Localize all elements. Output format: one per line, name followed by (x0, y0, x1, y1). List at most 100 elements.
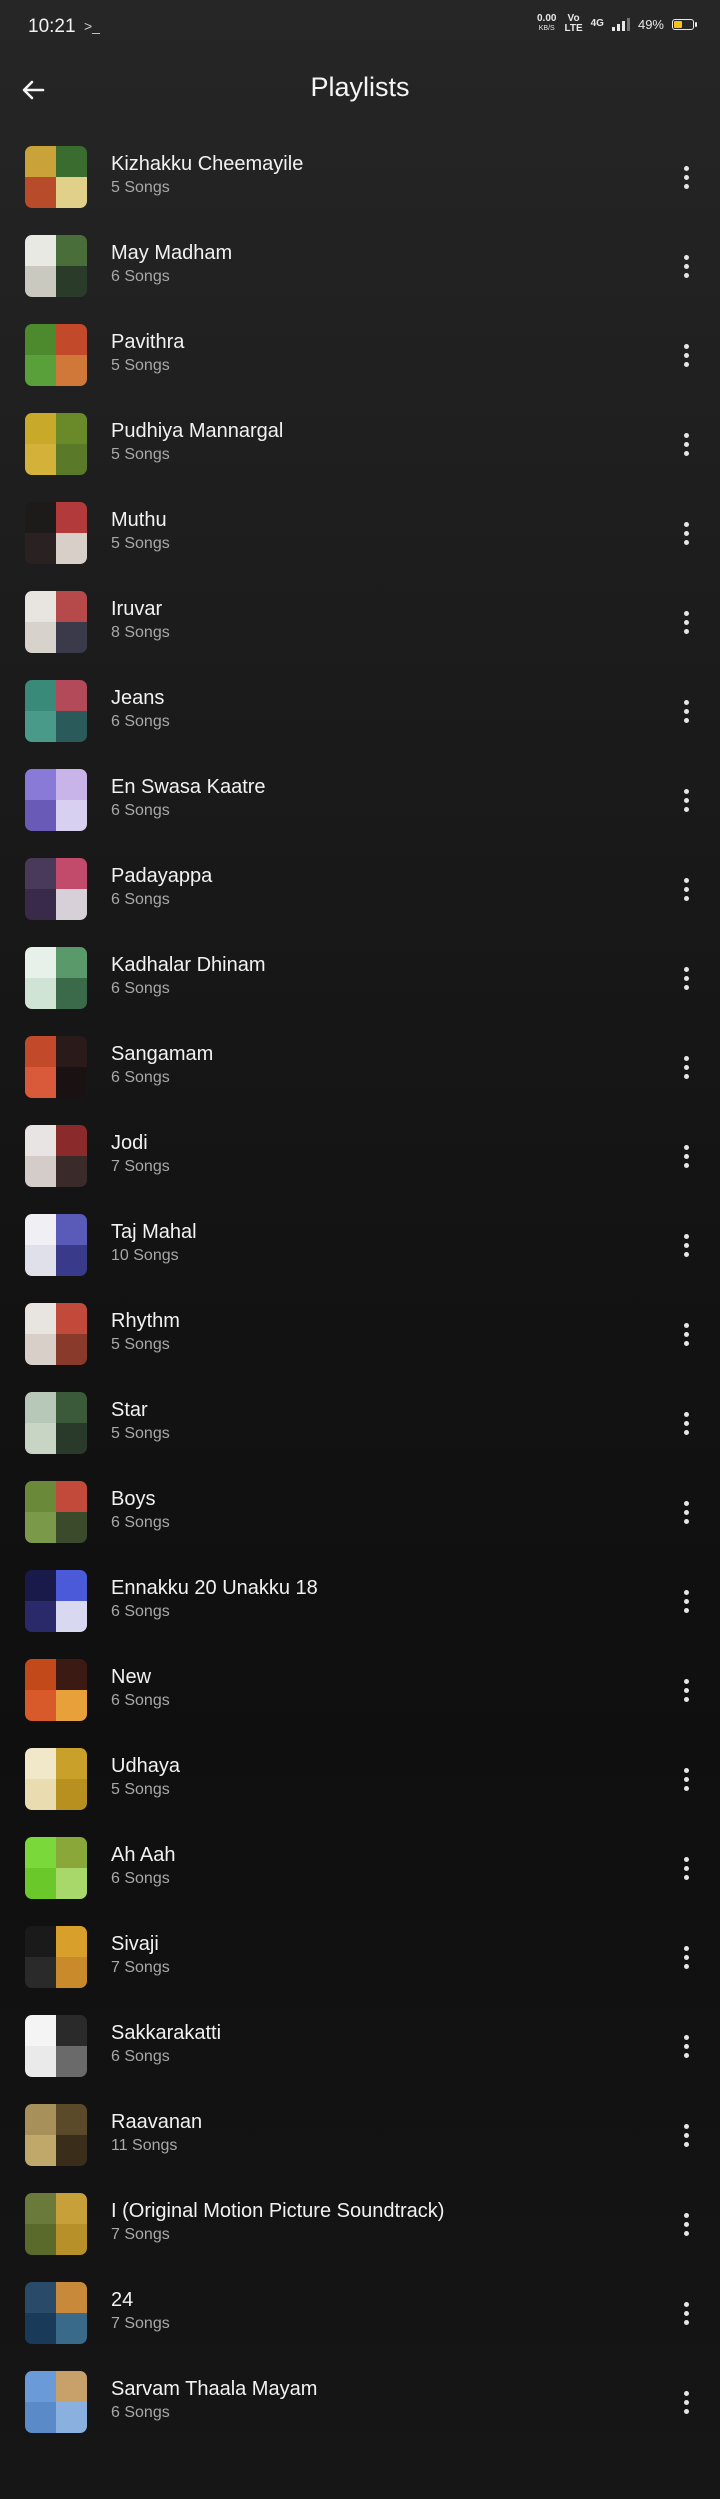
playlist-item[interactable]: 24 7 Songs (0, 2268, 720, 2357)
playlist-name: New (111, 1666, 152, 1688)
playlist-name: En Swasa Kaatre (111, 776, 266, 798)
status-bar: 10:21 >_ 0.00 KB/S Vo LTE 4G 49% (0, 0, 720, 56)
battery-percent: 49% (637, 16, 664, 32)
playlist-name: Iruvar (111, 598, 163, 620)
playlist-item[interactable]: Taj Mahal 10 Songs (0, 1200, 720, 1289)
playlist-song-count: 6 Songs (111, 802, 170, 819)
playlist-item[interactable]: Iruvar 8 Songs (0, 577, 720, 666)
more-vertical-icon[interactable] (666, 1492, 706, 1532)
playlist-cover-art (25, 1926, 87, 1988)
playlist-text: I (Original Motion Picture Soundtrack) 7 … (111, 2199, 444, 2245)
playlist-song-count: 7 Songs (111, 1158, 170, 1175)
more-vertical-icon[interactable] (666, 1937, 706, 1977)
playlist-item[interactable]: Ah Aah 6 Songs (0, 1823, 720, 1912)
more-vertical-icon[interactable] (666, 780, 706, 820)
playlist-text: Padayappa 6 Songs (111, 864, 212, 910)
more-vertical-icon[interactable] (666, 1136, 706, 1176)
playlist-cover-art (25, 1837, 87, 1899)
playlist-cover-art (25, 947, 87, 1009)
playlist-text: 24 7 Songs (111, 2288, 170, 2334)
playlist-cover-art (25, 2015, 87, 2077)
more-vertical-icon[interactable] (666, 2204, 706, 2244)
more-vertical-icon[interactable] (666, 335, 706, 375)
playlist-item[interactable]: Jeans 6 Songs (0, 666, 720, 755)
more-vertical-icon[interactable] (666, 691, 706, 731)
more-vertical-icon[interactable] (666, 1225, 706, 1265)
playlist-song-count: 5 Songs (111, 1781, 170, 1798)
more-vertical-icon[interactable] (666, 157, 706, 197)
playlist-text: Rhythm 5 Songs (111, 1309, 180, 1355)
more-vertical-icon[interactable] (666, 1670, 706, 1710)
more-vertical-icon[interactable] (666, 2293, 706, 2333)
playlist-song-count: 6 Songs (111, 891, 170, 908)
playlist-song-count: 6 Songs (111, 1069, 170, 1086)
more-vertical-icon[interactable] (666, 1403, 706, 1443)
playlist-item[interactable]: Jodi 7 Songs (0, 1111, 720, 1200)
playlist-name: Jodi (111, 1132, 148, 1154)
playlist-name: I (Original Motion Picture Soundtrack) (111, 2200, 445, 2222)
playlist-song-count: 6 Songs (111, 1692, 170, 1709)
playlist-song-count: 6 Songs (111, 1603, 170, 1620)
playlist-item[interactable]: Sakkarakatti 6 Songs (0, 2001, 720, 2090)
playlist-item[interactable]: May Madham 6 Songs (0, 221, 720, 310)
playlist-cover-art (25, 235, 87, 297)
more-vertical-icon[interactable] (666, 602, 706, 642)
more-vertical-icon[interactable] (666, 1314, 706, 1354)
more-vertical-icon[interactable] (666, 1047, 706, 1087)
playlist-song-count: 7 Songs (111, 1959, 170, 1976)
playlist-list: Kizhakku Cheemayile 5 Songs May Madham 6 So… (0, 132, 720, 2446)
playlist-item[interactable]: I (Original Motion Picture Soundtrack) 7 … (0, 2179, 720, 2268)
playlist-cover-art (25, 1481, 87, 1543)
playlist-item[interactable]: Sivaji 7 Songs (0, 1912, 720, 2001)
more-vertical-icon[interactable] (666, 1759, 706, 1799)
playlist-item[interactable]: Raavanan 11 Songs (0, 2090, 720, 2179)
network-speed: 0.00 KB/S (537, 13, 557, 33)
playlist-cover-art (25, 146, 87, 208)
playlist-text: Sangamam 6 Songs (111, 1042, 213, 1088)
terminal-icon: >_ (84, 18, 100, 34)
playlist-cover-art (25, 502, 87, 564)
playlist-item[interactable]: Pudhiya Mannargal 5 Songs (0, 399, 720, 488)
playlist-item[interactable]: Star 5 Songs (0, 1378, 720, 1467)
playlist-item[interactable]: En Swasa Kaatre 6 Songs (0, 755, 720, 844)
playlist-item[interactable]: Sangamam 6 Songs (0, 1022, 720, 1111)
more-vertical-icon[interactable] (666, 2115, 706, 2155)
more-vertical-icon[interactable] (666, 424, 706, 464)
playlist-item[interactable]: Padayappa 6 Songs (0, 844, 720, 933)
playlist-song-count: 5 Songs (111, 535, 170, 552)
playlist-cover-art (25, 1214, 87, 1276)
playlist-item[interactable]: New 6 Songs (0, 1645, 720, 1734)
playlist-cover-art (25, 324, 87, 386)
battery-icon (672, 18, 697, 30)
network-type-icon: 4G (590, 18, 604, 29)
playlist-text: Iruvar 8 Songs (111, 597, 170, 643)
playlist-song-count: 5 Songs (111, 1336, 170, 1353)
playlist-item[interactable]: Kadhalar Dhinam 6 Songs (0, 933, 720, 1022)
more-vertical-icon[interactable] (666, 958, 706, 998)
playlist-name: Muthu (111, 509, 167, 531)
more-vertical-icon[interactable] (666, 246, 706, 286)
playlist-item[interactable]: Pavithra 5 Songs (0, 310, 720, 399)
more-vertical-icon[interactable] (666, 869, 706, 909)
playlist-text: Kadhalar Dhinam 6 Songs (111, 953, 266, 999)
more-vertical-icon[interactable] (666, 2026, 706, 2066)
more-vertical-icon[interactable] (666, 1848, 706, 1888)
playlist-item[interactable]: Ennakku 20 Unakku 18 6 Songs (0, 1556, 720, 1645)
playlist-name: Padayappa (111, 865, 213, 887)
more-vertical-icon[interactable] (666, 2382, 706, 2422)
more-vertical-icon[interactable] (666, 1581, 706, 1621)
playlist-item[interactable]: Udhaya 5 Songs (0, 1734, 720, 1823)
playlist-cover-art (25, 2282, 87, 2344)
playlist-song-count: 5 Songs (111, 446, 170, 463)
playlist-name: Rhythm (111, 1310, 180, 1332)
playlist-item[interactable]: Sarvam Thaala Mayam 6 Songs (0, 2357, 720, 2446)
playlist-item[interactable]: Rhythm 5 Songs (0, 1289, 720, 1378)
playlist-item[interactable]: Boys 6 Songs (0, 1467, 720, 1556)
playlist-item[interactable]: Kizhakku Cheemayile 5 Songs (0, 132, 720, 221)
playlist-name: Sakkarakatti (111, 2022, 222, 2044)
playlist-cover-art (25, 1036, 87, 1098)
more-vertical-icon[interactable] (666, 513, 706, 553)
playlist-item[interactable]: Muthu 5 Songs (0, 488, 720, 577)
playlist-song-count: 6 Songs (111, 980, 170, 997)
playlist-cover-art (25, 1125, 87, 1187)
